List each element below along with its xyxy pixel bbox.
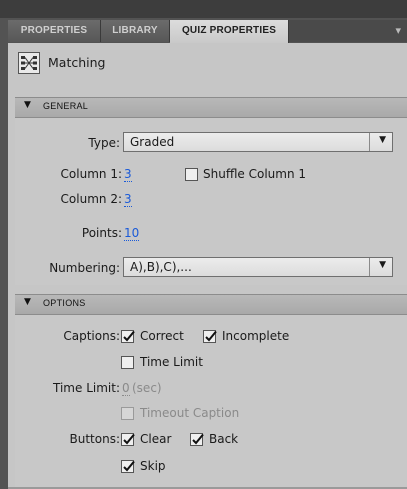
correct-checkbox[interactable] <box>121 330 135 343</box>
dropdown-arrow-icon: ▼ <box>379 260 386 270</box>
skip-checkbox[interactable] <box>121 460 135 473</box>
clear-checkbox[interactable] <box>121 433 135 446</box>
captions-label: Captions: <box>63 329 120 343</box>
collapse-triangle-icon[interactable]: ▼ <box>24 297 31 307</box>
back-checkbox[interactable] <box>190 433 204 446</box>
panel-top-strip <box>0 0 407 18</box>
tab-bar: PROPERTIES LIBRARY QUIZ PROPERTIES ▾ <box>8 20 407 43</box>
column2-label: Column 2: <box>60 192 122 206</box>
general-section-title: GENERAL <box>43 101 89 111</box>
correct-label: Correct <box>140 329 184 343</box>
tab-properties[interactable]: PROPERTIES <box>8 20 101 42</box>
back-label: Back <box>209 432 239 446</box>
column1-label: Column 1: <box>60 167 122 181</box>
type-dropdown[interactable]: Graded ▼ <box>123 132 393 152</box>
question-type-title: Matching <box>48 55 106 70</box>
time-limit-value: 0 <box>122 381 130 396</box>
numbering-label: Numbering: <box>49 261 120 275</box>
column1-value[interactable]: 3 <box>124 168 132 182</box>
timeout-caption-label: Timeout Caption <box>140 406 240 420</box>
points-value[interactable]: 10 <box>124 227 140 241</box>
dropdown-separator <box>369 133 370 151</box>
time-limit-checkbox-label: Time Limit <box>140 355 203 369</box>
clear-label: Clear <box>140 432 172 446</box>
general-section-header[interactable]: ▼ GENERAL <box>15 97 407 118</box>
incomplete-label: Incomplete <box>222 329 290 343</box>
shuffle-column1-checkbox[interactable] <box>185 168 198 181</box>
points-label: Points: <box>81 226 122 240</box>
options-section-title: OPTIONS <box>43 298 86 308</box>
incomplete-checkbox[interactable] <box>203 330 217 343</box>
time-limit-label: Time Limit: <box>53 381 120 395</box>
tab-library[interactable]: LIBRARY <box>101 20 170 42</box>
shuffle-column1-label: Shuffle Column 1 <box>203 167 307 181</box>
type-label: Type: <box>88 136 120 150</box>
time-limit-unit: (sec) <box>132 381 162 395</box>
matching-icon <box>18 52 40 74</box>
time-limit-checkbox[interactable] <box>121 356 134 369</box>
quiz-properties-panel: PROPERTIES LIBRARY QUIZ PROPERTIES ▾ Mat… <box>0 0 407 489</box>
numbering-dropdown[interactable]: A),B),C),... ▼ <box>123 257 393 277</box>
options-section-header[interactable]: ▼ OPTIONS <box>15 294 407 315</box>
column2-value[interactable]: 3 <box>124 193 132 207</box>
collapse-triangle-icon[interactable]: ▼ <box>24 100 31 110</box>
skip-label: Skip <box>140 459 166 473</box>
timeout-caption-checkbox <box>121 407 134 420</box>
type-value: Graded <box>130 135 175 149</box>
tab-quiz-properties[interactable]: QUIZ PROPERTIES <box>170 20 289 43</box>
buttons-label: Buttons: <box>69 432 121 446</box>
dropdown-separator <box>369 258 370 276</box>
dropdown-arrow-icon: ▼ <box>379 135 386 145</box>
panel-menu-icon[interactable]: ▾ <box>395 20 401 42</box>
numbering-value: A),B),C),... <box>130 260 192 274</box>
